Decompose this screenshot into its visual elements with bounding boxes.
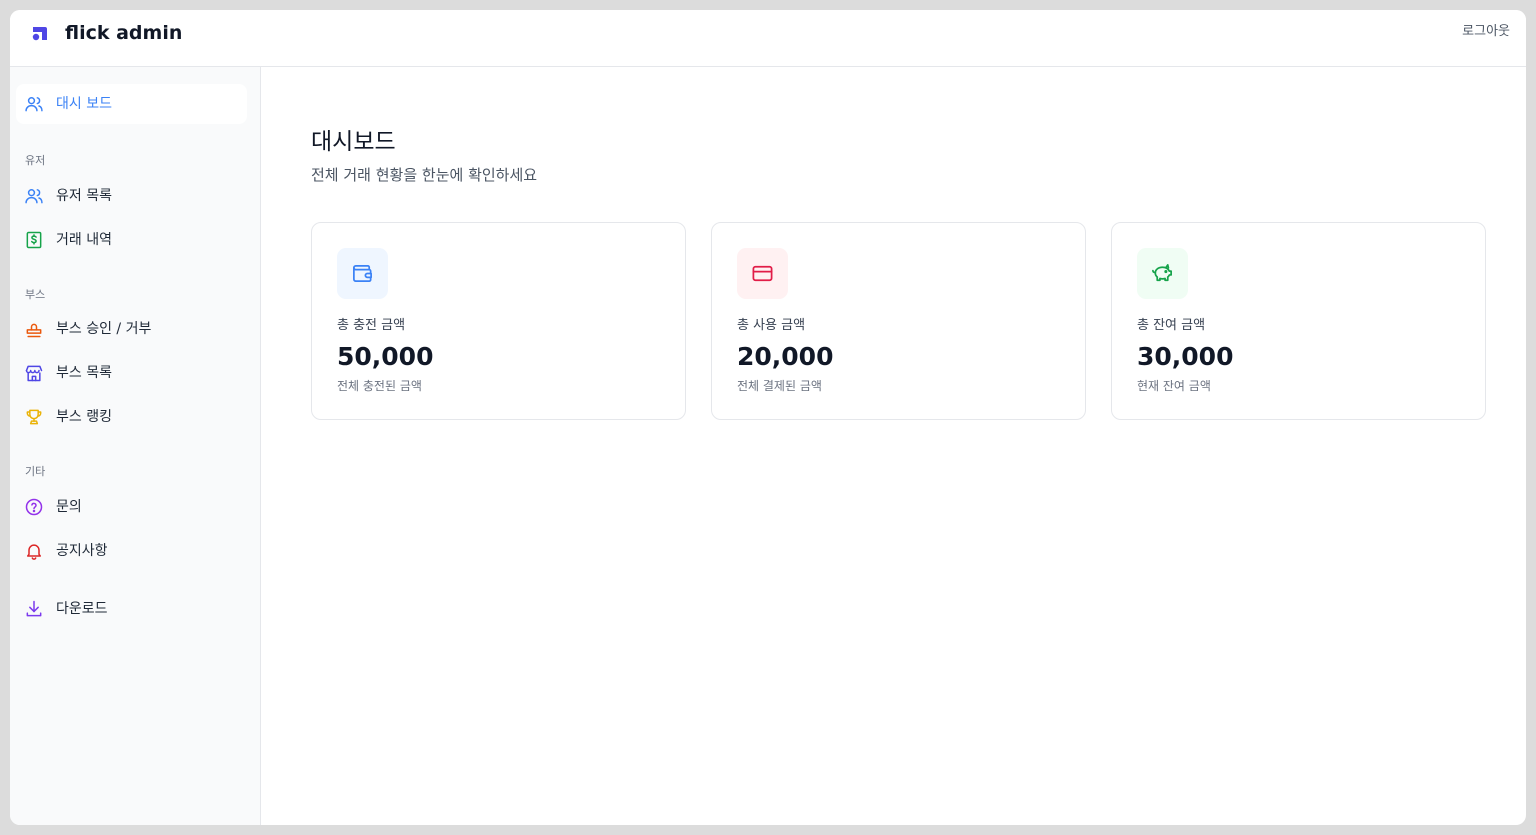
sidebar-item-label: 유저 목록 [56,188,112,204]
stat-card-total-charge: 총 충전 금액 50,000 전체 충전된 금액 [311,222,686,420]
page-title: 대시보드 [311,129,396,155]
stat-label: 총 잔여 금액 [1137,318,1206,333]
store-icon [25,365,43,382]
download-icon [26,600,42,617]
section-title-users: 유저 [25,154,46,167]
section-title-etc: 기타 [25,465,46,478]
help-circle-icon [25,498,43,516]
sidebar: 대시 보드 유저 유저 목록 거래 내역 부스 부스 승인 / 거부 부스 목록… [10,67,261,825]
stat-label: 총 사용 금액 [737,318,806,333]
sidebar-item-label: 부스 목록 [56,365,112,381]
credit-card-icon [752,265,773,282]
wallet-icon [353,264,372,283]
stat-card-total-spent: 총 사용 금액 20,000 전체 결제된 금액 [711,222,1086,420]
brand-title: flick admin [65,22,183,44]
logout-button[interactable]: 로그아웃 [1462,23,1510,41]
stat-card-total-remaining: 총 잔여 금액 30,000 현재 잔여 금액 [1111,222,1486,420]
bell-icon [27,544,41,560]
sidebar-item-label: 대시 보드 [56,96,112,112]
sidebar-item-label: 다운로드 [56,601,108,617]
sidebar-item-label: 부스 승인 / 거부 [56,321,152,337]
sidebar-item-label: 거래 내역 [56,232,112,248]
sidebar-item-label: 부스 랭킹 [56,409,112,425]
sidebar-item-transactions[interactable]: 거래 내역 [16,220,247,260]
sidebar-item-booth-list[interactable]: 부스 목록 [16,353,247,393]
stat-icon-box [1137,248,1188,299]
stat-label: 총 충전 금액 [337,318,406,333]
flick-logo-icon [32,27,47,41]
stat-description: 전체 충전된 금액 [337,379,422,393]
stat-icon-box [737,248,788,299]
stat-description: 전체 결제된 금액 [737,379,822,393]
app-window: flick admin 로그아웃 대시 보드 유저 유저 목록 거래 내역 부스… [10,10,1526,825]
stat-value: 30,000 [1137,342,1234,371]
sidebar-item-booth-approval[interactable]: 부스 승인 / 거부 [16,309,247,349]
page-subtitle: 전체 거래 현황을 한눈에 확인하세요 [311,166,538,184]
section-title-booths: 부스 [25,288,46,301]
users-icon [25,189,43,204]
trophy-icon [26,409,42,425]
sidebar-item-download[interactable]: 다운로드 [16,589,247,629]
sidebar-item-inquiry[interactable]: 문의 [16,487,247,527]
stat-value: 50,000 [337,342,434,371]
sidebar-item-label: 공지사항 [56,543,108,559]
stat-icon-box [337,248,388,299]
sidebar-item-label: 문의 [56,499,82,515]
dollar-receipt-icon [26,231,42,249]
stamp-icon [26,323,42,338]
piggy-bank-icon [1152,264,1172,282]
sidebar-item-user-list[interactable]: 유저 목록 [16,176,247,216]
sidebar-item-booth-ranking[interactable]: 부스 랭킹 [16,397,247,437]
main-content: 대시보드 전체 거래 현황을 한눈에 확인하세요 총 충전 금액 50,000 … [261,67,1526,825]
sidebar-item-notices[interactable]: 공지사항 [16,531,247,571]
stat-value: 20,000 [737,342,834,371]
stat-description: 현재 잔여 금액 [1137,379,1211,393]
users-icon [25,97,43,112]
sidebar-item-dashboard[interactable]: 대시 보드 [16,84,247,124]
top-bar: flick admin 로그아웃 [10,10,1526,67]
